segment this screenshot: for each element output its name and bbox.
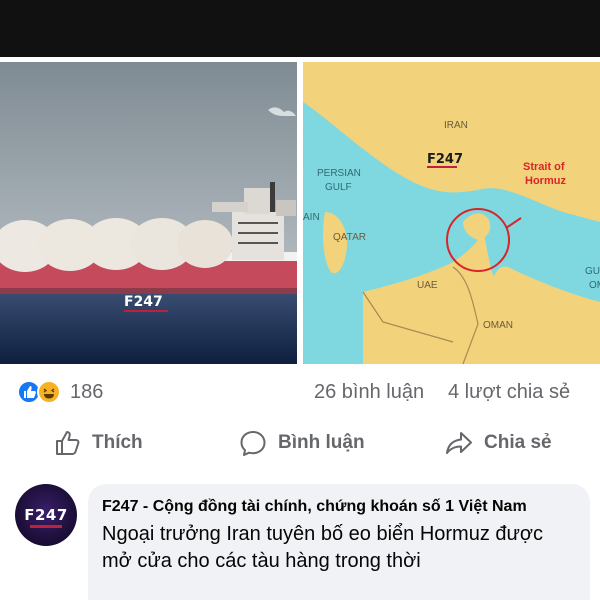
map-label-oman: OMAN — [483, 320, 513, 331]
comment-text: Ngoại trưởng Iran tuyên bố eo biển Hormu… — [102, 523, 544, 572]
watermark-logo: F247 — [124, 294, 163, 310]
comment-author[interactable]: F247 - Cộng đồng tài chính, chứng khoán … — [102, 496, 576, 517]
avatar-logo-text: F247 — [24, 506, 68, 524]
share-count[interactable]: 4 lượt chia sẻ — [448, 381, 570, 404]
svg-text:Strait of: Strait of — [523, 161, 565, 173]
like-label: Thích — [92, 432, 143, 453]
reactions-summary: 186 26 bình luận 4 lượt chia sẻ — [0, 372, 600, 412]
thumbs-up-icon — [52, 428, 82, 458]
avatar-underline — [30, 525, 62, 528]
watermark-logo: F247 — [427, 152, 463, 167]
lng-tanker-photo[interactable]: F247 — [0, 62, 297, 364]
map-label-iran: IRAN — [444, 120, 468, 131]
comment-bubble-icon — [238, 428, 268, 458]
map-label-bahrain: AIN — [303, 212, 320, 223]
haha-icon — [37, 380, 61, 404]
comment-label: Bình luận — [278, 432, 365, 453]
post-actions: Thích Bình luận Chia sẻ — [0, 420, 600, 466]
share-arrow-icon — [444, 428, 474, 458]
reaction-count[interactable]: 186 — [70, 381, 103, 404]
svg-text:GUL: GUL — [585, 266, 600, 277]
comment-bubble: F247 - Cộng đồng tài chính, chứng khoán … — [88, 484, 590, 600]
avatar[interactable]: F247 — [15, 484, 77, 546]
top-bar — [0, 0, 600, 57]
svg-text:GULF: GULF — [325, 182, 352, 193]
share-label: Chia sẻ — [484, 432, 552, 453]
svg-text:Hormuz: Hormuz — [525, 175, 566, 187]
svg-text:OM: OM — [589, 280, 600, 291]
post-photos: F247 IRAN PERSIAN GULF Strait of Hormuz … — [0, 62, 600, 364]
comment-item: F247 F247 - Cộng đồng tài chính, chứng k… — [0, 478, 600, 600]
map-label-qatar: QATAR — [333, 232, 366, 243]
comment-button[interactable]: Bình luận — [238, 427, 365, 459]
like-button[interactable]: Thích — [52, 427, 143, 459]
reaction-icons[interactable] — [17, 380, 67, 404]
svg-text:PERSIAN: PERSIAN — [317, 168, 361, 179]
share-button[interactable]: Chia sẻ — [444, 427, 552, 459]
comment-count[interactable]: 26 bình luận — [314, 381, 424, 404]
strait-of-hormuz-map[interactable]: IRAN PERSIAN GULF Strait of Hormuz AIN Q… — [303, 62, 600, 364]
map-label-uae: UAE — [417, 280, 438, 291]
